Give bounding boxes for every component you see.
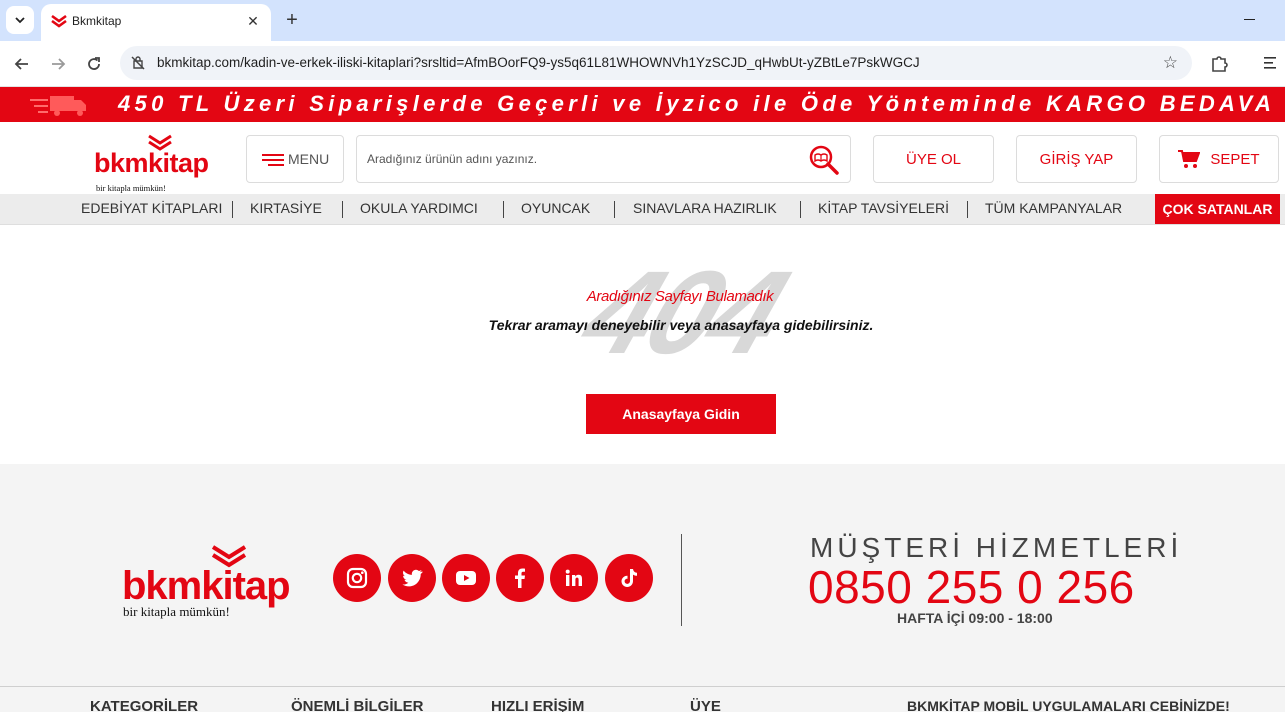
site-logo[interactable]: bkmkitap bir kitapla mümkün! [92, 134, 212, 193]
category-oyuncak[interactable]: OYUNCAK [521, 200, 590, 216]
tab-title: Bkmkitap [72, 14, 122, 28]
category-edebiyat[interactable]: EDEBİYAT KİTAPLARI [81, 200, 222, 216]
category-separator [614, 201, 615, 218]
error-title: Aradığınız Sayfayı Bulamadık [586, 288, 774, 305]
footer-separator [0, 686, 1285, 687]
instagram-link[interactable] [333, 554, 381, 602]
cart-icon [1178, 150, 1201, 168]
linkedin-icon [565, 569, 582, 586]
register-button[interactable]: ÜYE OL [873, 135, 994, 183]
category-cok-satanlar[interactable]: ÇOK SATANLAR [1155, 194, 1280, 224]
new-tab-icon[interactable]: + [281, 9, 303, 31]
footer-divider [681, 534, 682, 626]
category-tum-kampanyalar[interactable]: TÜM KAMPANYALAR [985, 200, 1122, 216]
category-kitap-tavsiyeleri[interactable]: KİTAP TAVSİYELERİ [818, 200, 949, 216]
search-book-icon[interactable] [808, 144, 840, 176]
tab-search-button[interactable] [6, 6, 34, 34]
browser-tab[interactable]: Bkmkitap ✕ [41, 4, 271, 41]
footer-col-hizli-erisim: HIZLI ERİŞİM [491, 698, 585, 712]
bkmkitap-favicon-icon [51, 14, 67, 28]
site-info-icon[interactable] [130, 55, 146, 71]
category-separator [800, 201, 801, 218]
go-home-label: Anasayfaya Gidin [622, 406, 740, 422]
footer-col-kategoriler: KATEGORİLER [90, 698, 199, 712]
category-nav: EDEBİYAT KİTAPLARI KIRTASİYE OKULA YARDI… [0, 194, 1285, 225]
browser-tabstrip: Bkmkitap ✕ + [0, 0, 1285, 41]
url-text[interactable]: bkmkitap.com/kadin-ve-erkek-iliski-kitap… [157, 55, 920, 70]
tiktok-icon [621, 569, 637, 587]
not-found-section: 404 Aradığınız Sayfayı Bulamadık Tekrar … [0, 225, 1285, 464]
cart-button[interactable]: SEPET [1159, 135, 1279, 183]
customer-service-hours: HAFTA İÇİ 09:00 - 18:00 [897, 610, 1053, 626]
go-home-button[interactable]: Anasayfaya Gidin [586, 394, 776, 434]
menu-button[interactable]: MENU [246, 135, 344, 183]
reload-icon[interactable] [82, 52, 106, 76]
browser-toolbar: bkmkitap.com/kadin-ve-erkek-iliski-kitap… [0, 41, 1285, 87]
tiktok-link[interactable] [605, 554, 653, 602]
hamburger-icon [262, 154, 284, 166]
address-bar[interactable]: bkmkitap.com/kadin-ve-erkek-iliski-kitap… [120, 46, 1192, 80]
category-okula-yardimci[interactable]: OKULA YARDIMCI [360, 200, 478, 216]
instagram-icon [346, 567, 368, 589]
category-separator [967, 201, 968, 218]
footer-col-onemli-bilgiler: ÖNEMLİ BİLGİLER [291, 698, 424, 712]
forward-arrow-icon[interactable] [46, 52, 70, 76]
twitter-link[interactable] [388, 554, 436, 602]
footer-logo[interactable]: bkmkitap bir kitapla mümkün! [122, 544, 297, 619]
delivery-truck-icon [30, 96, 86, 116]
customer-service-phone[interactable]: 0850 255 0 256 [808, 560, 1135, 614]
error-code-graphic: 404 [565, 263, 803, 358]
error-subtitle: Tekrar aramayı deneyebilir veya anasayfa… [488, 317, 874, 333]
category-kirtasiye[interactable]: KIRTASİYE [250, 200, 322, 216]
category-separator [232, 201, 233, 218]
back-arrow-icon[interactable] [10, 52, 34, 76]
promo-text: 450 TL Üzeri Siparişlerde Geçerli ve İyz… [118, 91, 1276, 116]
login-button[interactable]: GİRİŞ YAP [1016, 135, 1137, 183]
minimize-window-icon[interactable] [1244, 10, 1258, 24]
youtube-icon [456, 571, 476, 585]
chevron-down-icon [15, 17, 25, 24]
logo-tagline: bir kitapla mümkün! [96, 183, 166, 193]
search-box [356, 135, 851, 183]
youtube-link[interactable] [442, 554, 490, 602]
linkedin-link[interactable] [550, 554, 598, 602]
category-separator [503, 201, 504, 218]
browser-menu-icon[interactable] [1262, 54, 1282, 74]
site-header: bkmkitap bir kitapla mümkün! MENU ÜYE OL… [0, 122, 1285, 194]
bookmark-star-icon[interactable]: ☆ [1163, 53, 1178, 73]
category-sinavlara-hazirlik[interactable]: SINAVLARA HAZIRLIK [633, 200, 777, 216]
promo-banner[interactable]: 450 TL Üzeri Siparişlerde Geçerli ve İyz… [0, 87, 1285, 122]
register-label: ÜYE OL [905, 150, 962, 168]
footer-logo-tagline: bir kitapla mümkün! [123, 604, 230, 619]
search-input[interactable] [367, 148, 797, 170]
site-footer: bkmkitap bir kitapla mümkün! MÜŞTERİ HİZ… [0, 464, 1285, 712]
twitter-icon [402, 569, 423, 587]
category-separator [342, 201, 343, 218]
facebook-link[interactable] [496, 554, 544, 602]
category-cok-satanlar-label: ÇOK SATANLAR [1162, 201, 1273, 217]
facebook-icon [515, 568, 525, 588]
extensions-puzzle-icon[interactable] [1208, 52, 1230, 74]
cart-label: SEPET [1210, 150, 1260, 168]
footer-logo-text: bkmkitap [122, 564, 291, 608]
error-code-text: 404 [565, 263, 803, 358]
footer-col-uye: ÜYE [690, 698, 721, 712]
menu-label: MENU [288, 151, 330, 167]
login-label: GİRİŞ YAP [1039, 150, 1114, 168]
logo-text: bkmkitap [94, 148, 209, 178]
footer-col-mobil: BKMKİTAP MOBİL UYGULAMALARI CEBİNİZDE! [907, 698, 1230, 712]
close-tab-icon[interactable]: ✕ [243, 11, 263, 31]
